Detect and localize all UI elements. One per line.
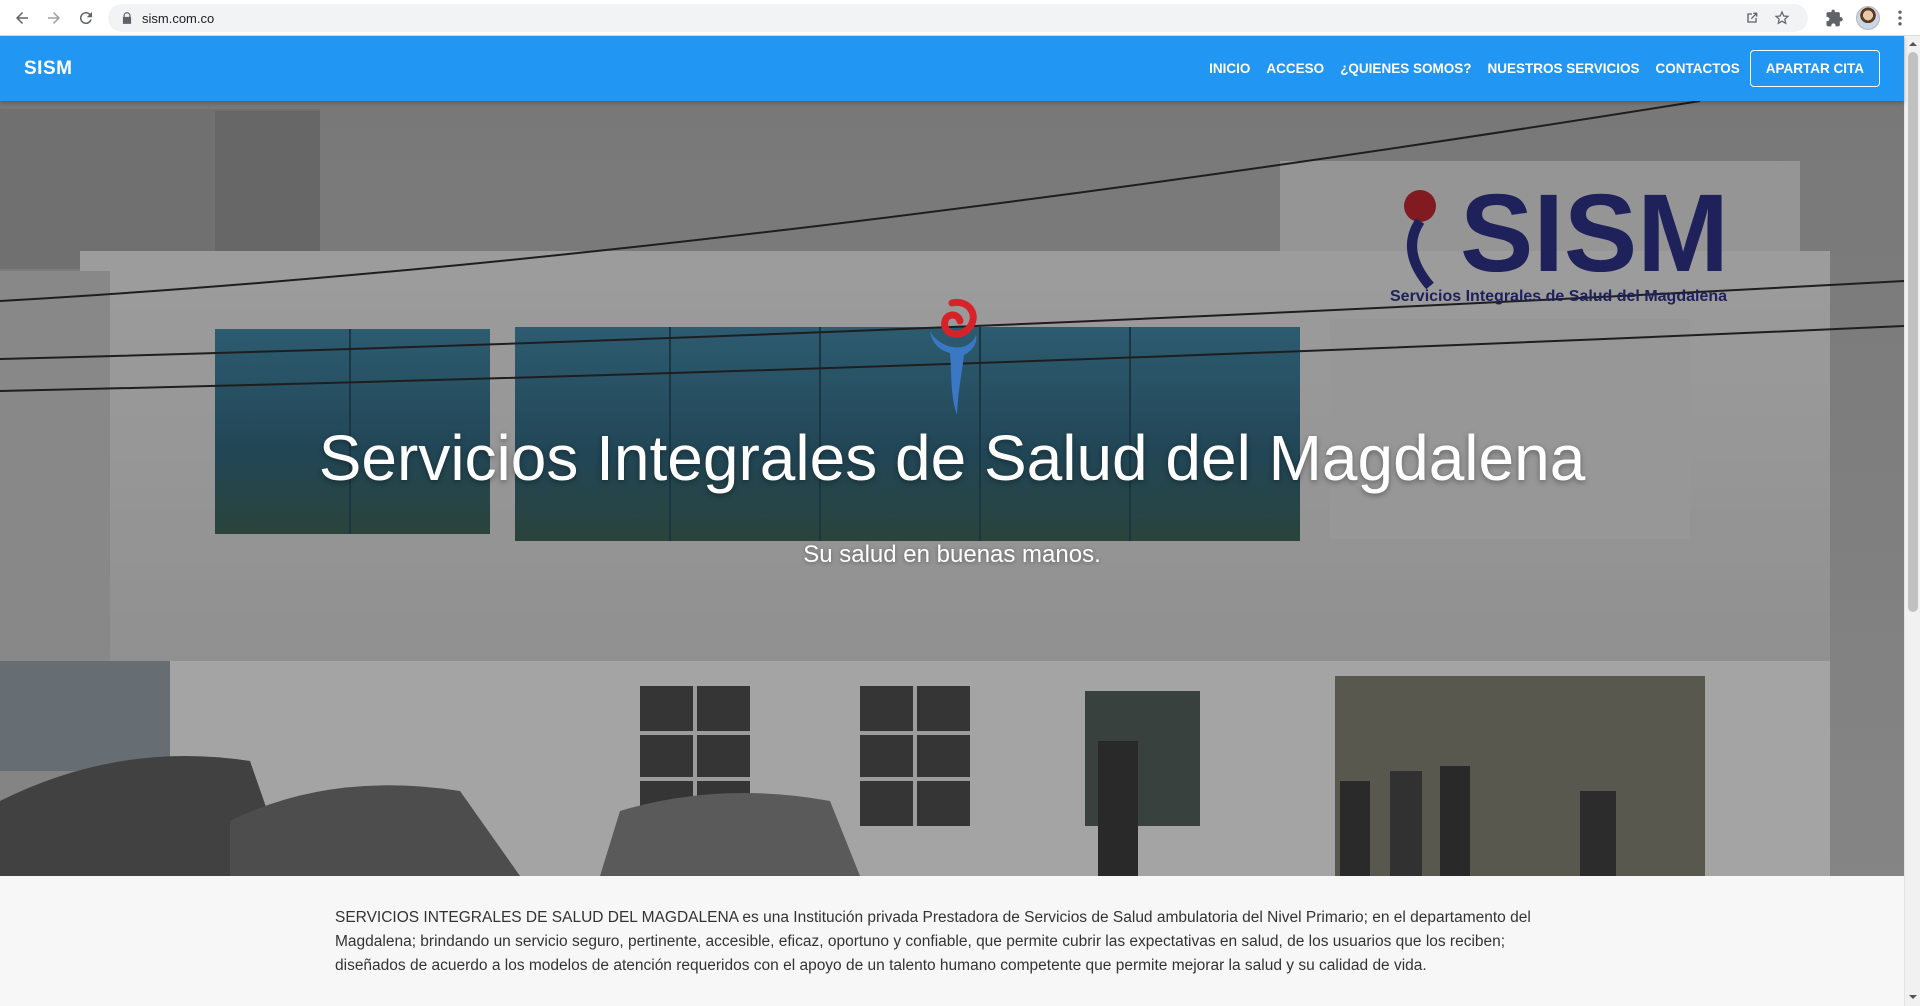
reload-icon[interactable] bbox=[74, 6, 98, 30]
hero-subtitle: Su salud en buenas manos. bbox=[803, 541, 1101, 568]
share-icon[interactable] bbox=[1744, 10, 1760, 26]
extensions-icon[interactable] bbox=[1824, 8, 1844, 28]
intro-paragraph: SERVICIOS INTEGRALES DE SALUD DEL MAGDAL… bbox=[335, 909, 1531, 974]
nav-link-contactos[interactable]: CONTACTOS bbox=[1656, 61, 1740, 76]
browser-toolbar: sism.com.co bbox=[0, 0, 1920, 36]
intro-section: SERVICIOS INTEGRALES DE SALUD DEL MAGDAL… bbox=[0, 876, 1904, 1006]
page-scrollbar[interactable] bbox=[1904, 36, 1920, 1006]
nav-link-acceso[interactable]: ACCESO bbox=[1266, 61, 1324, 76]
hero-section: SISM Servicios Integrales de Salud del M… bbox=[0, 101, 1904, 876]
url-text[interactable]: sism.com.co bbox=[142, 11, 214, 26]
scroll-down-arrow-icon[interactable] bbox=[1908, 992, 1918, 1002]
sism-logo-icon bbox=[930, 298, 977, 415]
apartar-cita-button[interactable]: APARTAR CITA bbox=[1749, 50, 1880, 87]
lock-icon[interactable] bbox=[120, 11, 134, 25]
nav-link-nuestros-servicios[interactable]: NUESTROS SERVICIOS bbox=[1487, 61, 1639, 76]
forward-arrow-icon[interactable] bbox=[42, 6, 66, 30]
hero-title: Servicios Integrales de Salud del Magdal… bbox=[318, 422, 1586, 494]
scroll-up-arrow-icon[interactable] bbox=[1908, 39, 1918, 49]
scrollbar-thumb[interactable] bbox=[1908, 52, 1918, 612]
nav-link-quienes-somos[interactable]: ¿QUIENES SOMOS? bbox=[1340, 61, 1471, 76]
address-bar[interactable]: sism.com.co bbox=[108, 4, 1808, 32]
star-icon[interactable] bbox=[1774, 10, 1790, 26]
brand-logo-text[interactable]: SISM bbox=[24, 58, 72, 80]
profile-avatar[interactable] bbox=[1856, 6, 1880, 30]
site-navbar: SISM INICIO ACCESO ¿QUIENES SOMOS? NUEST… bbox=[0, 36, 1904, 101]
nav-link-inicio[interactable]: INICIO bbox=[1209, 61, 1250, 76]
nav-links: INICIO ACCESO ¿QUIENES SOMOS? NUESTROS S… bbox=[1193, 36, 1904, 101]
back-arrow-icon[interactable] bbox=[10, 6, 34, 30]
kebab-menu-icon[interactable] bbox=[1890, 8, 1910, 28]
